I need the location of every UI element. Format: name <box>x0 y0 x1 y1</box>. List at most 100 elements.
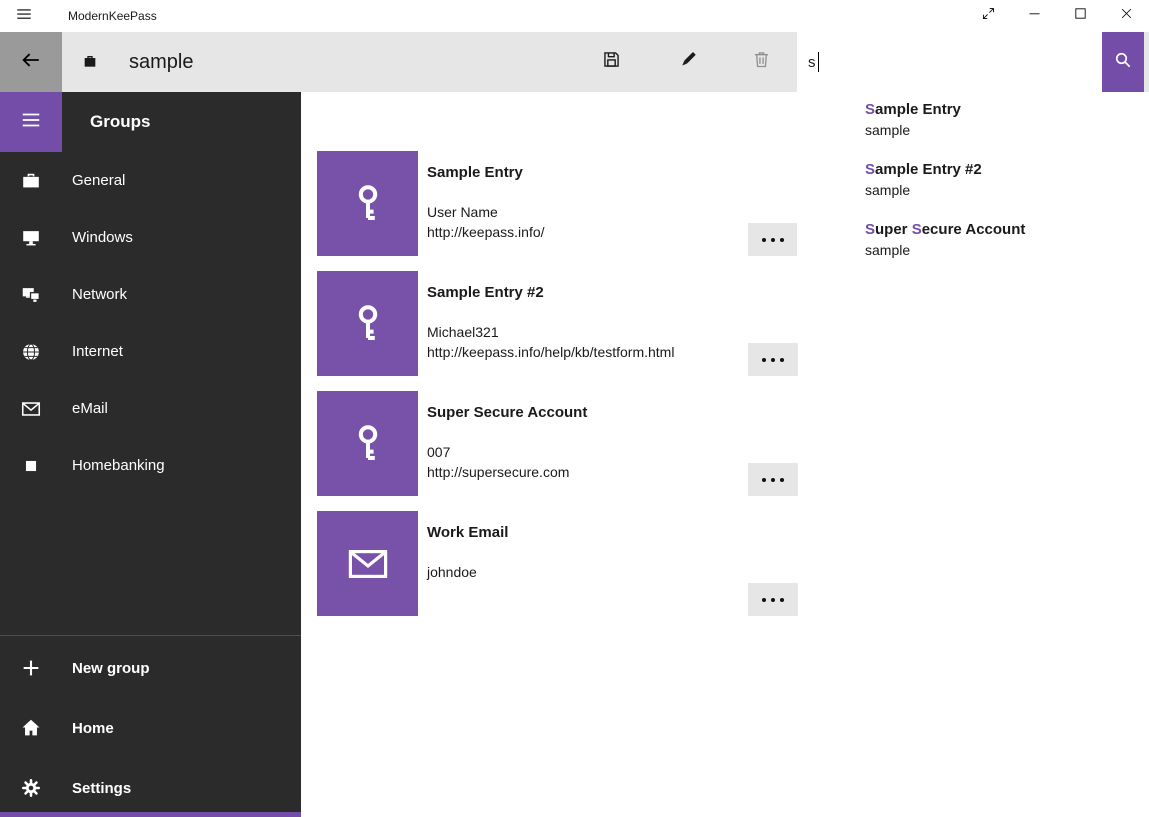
app-title: ModernKeePass <box>68 9 157 23</box>
ellipsis-icon <box>771 598 775 602</box>
sidebar-item-label: Windows <box>72 229 133 246</box>
search-input[interactable]: s <box>797 32 1102 92</box>
fullscreen-icon <box>981 6 996 26</box>
titlebar: ModernKeePass <box>0 0 1149 32</box>
entry-tile[interactable] <box>317 511 418 616</box>
hamburger-icon <box>20 109 42 136</box>
delete-button[interactable] <box>737 32 785 92</box>
briefcase-icon <box>20 170 42 192</box>
ellipsis-icon <box>762 238 766 242</box>
minimize-button[interactable] <box>1011 0 1057 32</box>
ellipsis-icon <box>780 598 784 602</box>
entry-tile[interactable] <box>317 271 418 376</box>
sidebar-item-general[interactable]: General <box>0 152 301 209</box>
globe-icon <box>20 341 42 363</box>
search-button[interactable] <box>1102 32 1144 92</box>
key-icon <box>344 300 392 348</box>
ellipsis-icon <box>762 478 766 482</box>
entry-url: http://keepass.info/ <box>427 224 545 240</box>
sidebar-item-internet[interactable]: Internet <box>0 323 301 380</box>
command-bar: sample s <box>0 32 1149 92</box>
suggestion-title: Super Secure Account <box>865 220 1149 240</box>
entry-row[interactable]: Work Email johndoe <box>317 511 798 616</box>
edit-button[interactable] <box>663 32 711 92</box>
titlebar-hamburger-button[interactable] <box>0 0 48 32</box>
window-controls <box>965 0 1149 32</box>
ellipsis-icon <box>771 358 775 362</box>
hamburger-icon <box>15 5 33 28</box>
entry-tile[interactable] <box>317 391 418 496</box>
sidebar-item-label: eMail <box>72 400 108 417</box>
entry-row[interactable]: Super Secure Account 007 http://supersec… <box>317 391 798 496</box>
more-options-button[interactable] <box>748 223 798 256</box>
sidebar-item-windows[interactable]: Windows <box>0 209 301 266</box>
more-options-button[interactable] <box>748 463 798 496</box>
entry-list: Sample Entry User Name http://keepass.in… <box>317 151 798 631</box>
home-icon <box>20 717 42 739</box>
sidebar-item-label: Home <box>72 720 114 737</box>
square-icon <box>20 455 42 477</box>
suggestion-subtitle: sample <box>865 180 1149 200</box>
sidebar-divider <box>0 635 301 636</box>
entry-username: User Name <box>427 204 498 220</box>
close-button[interactable] <box>1103 0 1149 32</box>
sidebar-item-label: Internet <box>72 343 123 360</box>
save-icon <box>601 49 622 75</box>
trash-icon <box>751 49 772 75</box>
search-suggestion-item[interactable]: Super Secure Account sample <box>797 218 1149 278</box>
search-value: s <box>808 54 816 71</box>
ellipsis-icon <box>771 238 775 242</box>
sidebar-item-label: Homebanking <box>72 457 165 474</box>
database-icon <box>82 54 98 70</box>
database-title: sample <box>129 32 193 92</box>
group-list: General Windows Network Internet eMail H… <box>0 152 301 494</box>
sidebar-item-label: General <box>72 172 125 189</box>
entry-title: Super Secure Account <box>427 404 587 421</box>
sidebar-item-label: New group <box>72 660 150 677</box>
suggestion-title: Sample Entry #2 <box>865 160 1149 180</box>
suggestion-subtitle: sample <box>865 120 1149 140</box>
gear-icon <box>20 777 42 799</box>
edit-pencil-icon <box>677 49 698 75</box>
sidebar-item-homebanking[interactable]: Homebanking <box>0 437 301 494</box>
back-arrow-icon <box>20 49 42 76</box>
mail-icon <box>344 540 392 588</box>
ellipsis-icon <box>762 358 766 362</box>
entry-row[interactable]: Sample Entry #2 Michael321 http://keepas… <box>317 271 798 376</box>
sidebar-item-email[interactable]: eMail <box>0 380 301 437</box>
entry-url: http://keepass.info/help/kb/testform.htm… <box>427 344 674 360</box>
sidebar-hamburger-button[interactable] <box>0 92 62 152</box>
plus-icon <box>20 657 42 679</box>
sidebar-item-network[interactable]: Network <box>0 266 301 323</box>
sidebar-item-label: Settings <box>72 780 131 797</box>
sidebar-item-home[interactable]: Home <box>0 698 301 758</box>
ellipsis-icon <box>780 478 784 482</box>
search-icon <box>1113 50 1133 75</box>
ellipsis-icon <box>771 478 775 482</box>
fullscreen-button[interactable] <box>965 0 1011 32</box>
maximize-button[interactable] <box>1057 0 1103 32</box>
entry-username: Michael321 <box>427 324 499 340</box>
accent-strip <box>0 812 301 817</box>
groups-header: Groups <box>90 92 150 152</box>
key-icon <box>344 420 392 468</box>
ellipsis-icon <box>780 358 784 362</box>
maximize-icon <box>1073 6 1088 26</box>
close-icon <box>1119 6 1134 26</box>
more-options-button[interactable] <box>748 343 798 376</box>
entry-tile[interactable] <box>317 151 418 256</box>
sidebar-item-settings[interactable]: Settings <box>0 758 301 817</box>
entry-url: http://supersecure.com <box>427 464 569 480</box>
more-options-button[interactable] <box>748 583 798 616</box>
entry-row[interactable]: Sample Entry User Name http://keepass.in… <box>317 151 798 256</box>
ellipsis-icon <box>762 598 766 602</box>
suggestion-subtitle: sample <box>865 240 1149 260</box>
search-suggestion-item[interactable]: Sample Entry sample <box>797 98 1149 158</box>
back-button[interactable] <box>0 32 62 92</box>
entry-username: johndoe <box>427 564 477 580</box>
sidebar-item-new-group[interactable]: New group <box>0 638 301 698</box>
suggestion-title: Sample Entry <box>865 100 1149 120</box>
search-suggestion-item[interactable]: Sample Entry #2 sample <box>797 158 1149 218</box>
mail-icon <box>20 398 42 420</box>
save-button[interactable] <box>587 32 635 92</box>
